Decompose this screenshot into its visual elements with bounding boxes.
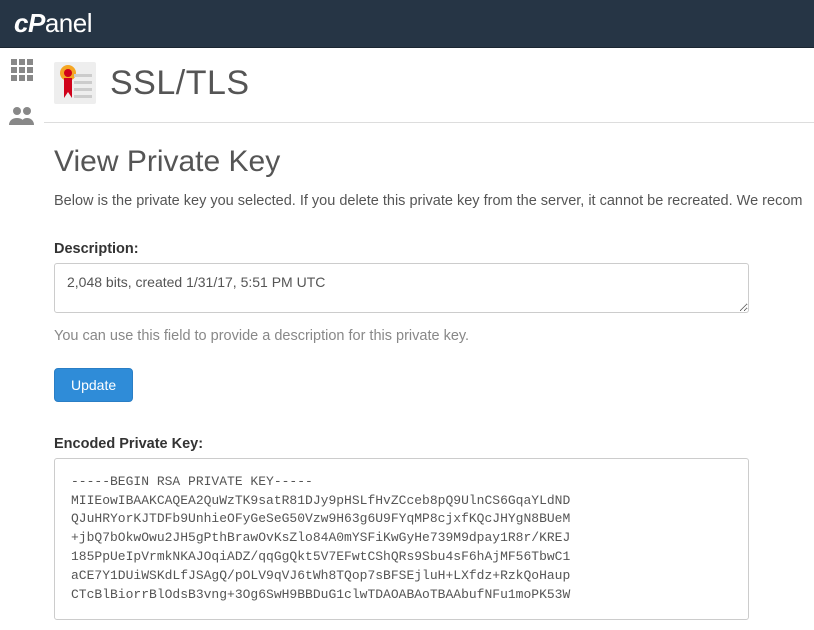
intro-text: Below is the private key you selected. I…	[54, 191, 814, 213]
sidebar	[0, 48, 44, 630]
encoded-private-key-box[interactable]: -----BEGIN RSA PRIVATE KEY----- MIIEowIB…	[54, 458, 749, 620]
update-button[interactable]: Update	[54, 368, 133, 402]
ssl-page-icon	[54, 62, 96, 104]
encoded-label: Encoded Private Key:	[54, 436, 814, 452]
description-hint: You can use this field to provide a desc…	[54, 328, 814, 344]
page-title: SSL/TLS	[110, 64, 250, 103]
apps-grid-icon[interactable]	[10, 58, 34, 87]
brand-logo: cPanel	[14, 8, 92, 39]
page-header: SSL/TLS	[44, 58, 814, 123]
description-label: Description:	[54, 241, 814, 257]
section-title: View Private Key	[54, 145, 814, 179]
main-content: SSL/TLS View Private Key Below is the pr…	[44, 48, 814, 630]
top-bar: cPanel	[0, 0, 814, 48]
users-icon[interactable]	[8, 105, 36, 130]
description-input[interactable]	[54, 263, 749, 313]
